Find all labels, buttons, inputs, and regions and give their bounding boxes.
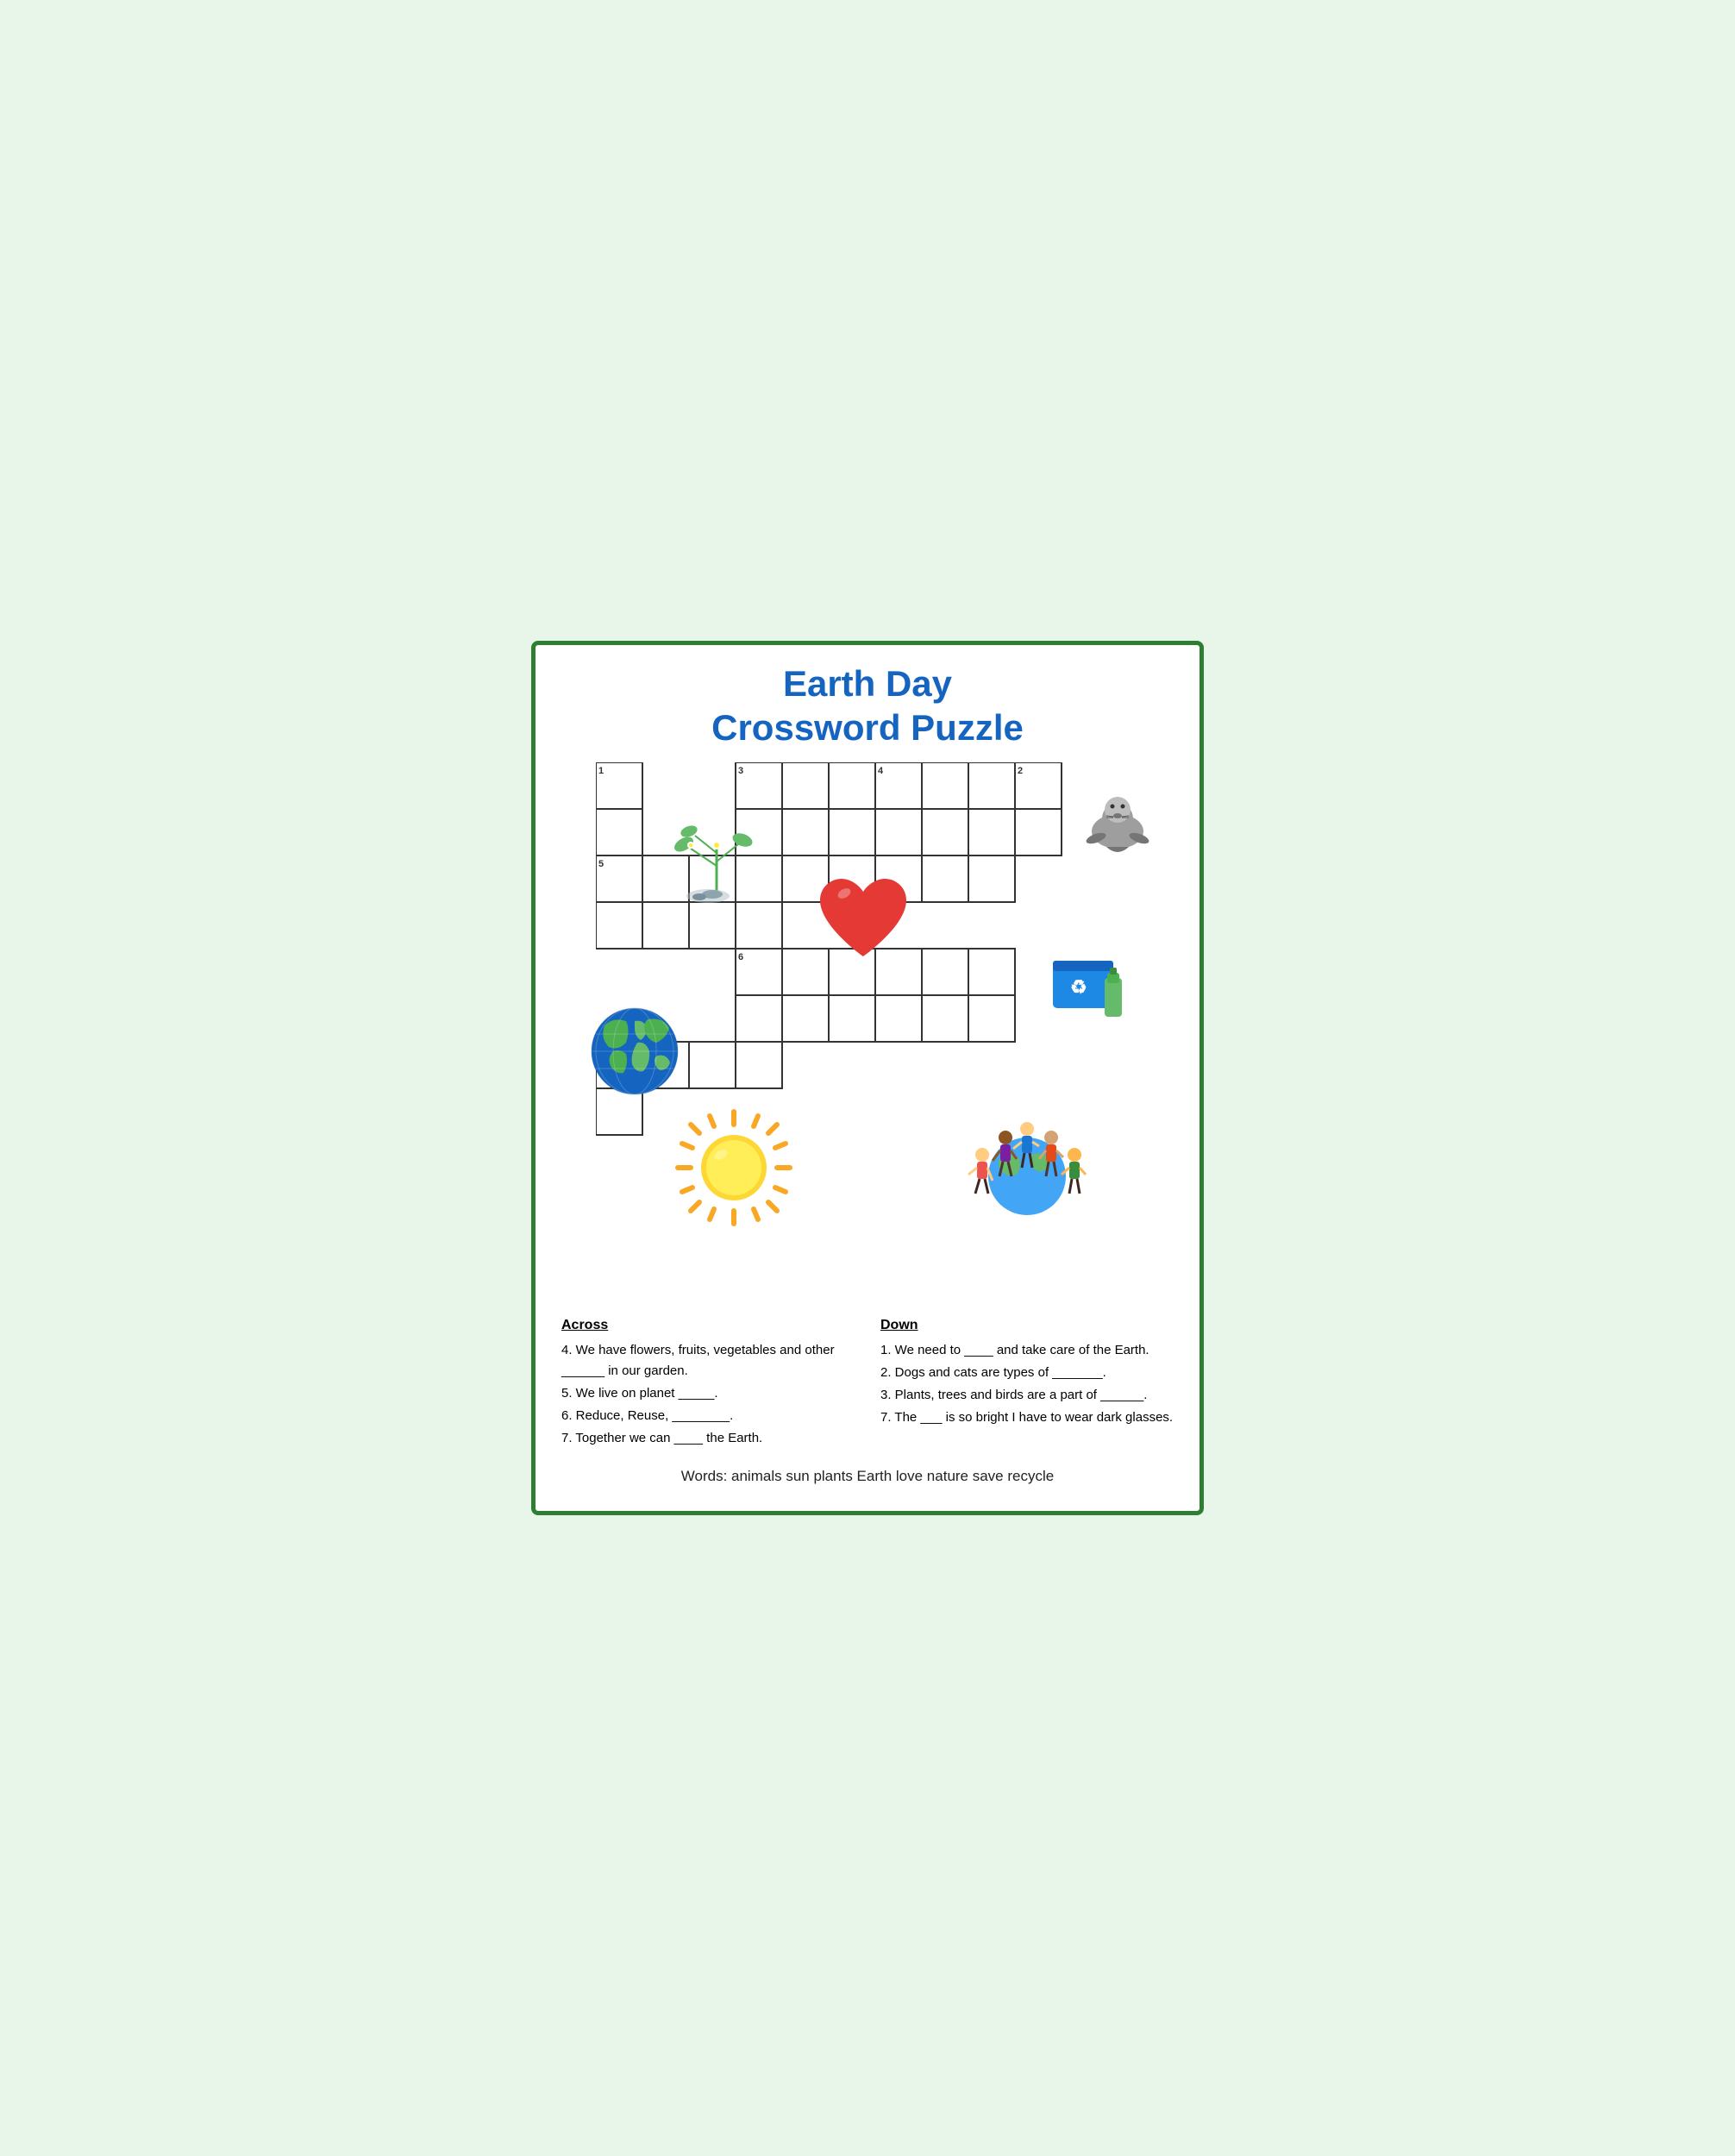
page: Earth Day Crossword Puzzle 1 <box>531 641 1204 1514</box>
globe-illustration <box>587 1004 682 1099</box>
page-title: Earth Day Crossword Puzzle <box>561 662 1174 749</box>
across-clue-7: 7. Together we can ____ the Earth. <box>561 1428 855 1449</box>
sun-illustration <box>673 1107 794 1228</box>
down-clue-2: 2. Dogs and cats are types of _______. <box>880 1363 1174 1383</box>
heart-illustration <box>811 874 915 969</box>
across-clue-5: 5. We live on planet _____. <box>561 1383 855 1404</box>
recycle-illustration: ♻ <box>1049 935 1161 1021</box>
across-clues: Across 4. We have flowers, fruits, veget… <box>561 1314 855 1451</box>
puzzle-area: 1 3 4 2 <box>561 762 1174 1297</box>
words-line: Words: animals sun plants Earth love nat… <box>561 1468 1174 1485</box>
clues-section: Across 4. We have flowers, fruits, veget… <box>561 1314 1174 1451</box>
across-clue-4: 4. We have flowers, fruits, vegetables a… <box>561 1340 855 1382</box>
svg-text:5: 5 <box>598 859 604 869</box>
seal-illustration <box>1070 780 1156 866</box>
across-clue-6: 6. Reduce, Reuse, ________. <box>561 1406 855 1426</box>
svg-text:2: 2 <box>1018 766 1023 776</box>
svg-text:3: 3 <box>738 766 743 776</box>
across-title: Across <box>561 1314 855 1337</box>
down-clue-7: 7. The ___ is so bright I have to wear d… <box>880 1407 1174 1428</box>
down-clue-1: 1. We need to ____ and take care of the … <box>880 1340 1174 1361</box>
svg-text:6: 6 <box>738 952 743 962</box>
plant-illustration <box>665 805 768 909</box>
people-globe-illustration <box>949 1099 1105 1237</box>
svg-text:1: 1 <box>598 766 604 776</box>
down-clue-3: 3. Plants, trees and birds are a part of… <box>880 1385 1174 1406</box>
svg-text:4: 4 <box>878 766 884 776</box>
down-title: Down <box>880 1314 1174 1337</box>
svg-text:♻: ♻ <box>1070 976 1087 998</box>
down-clues: Down 1. We need to ____ and take care of… <box>880 1314 1174 1451</box>
